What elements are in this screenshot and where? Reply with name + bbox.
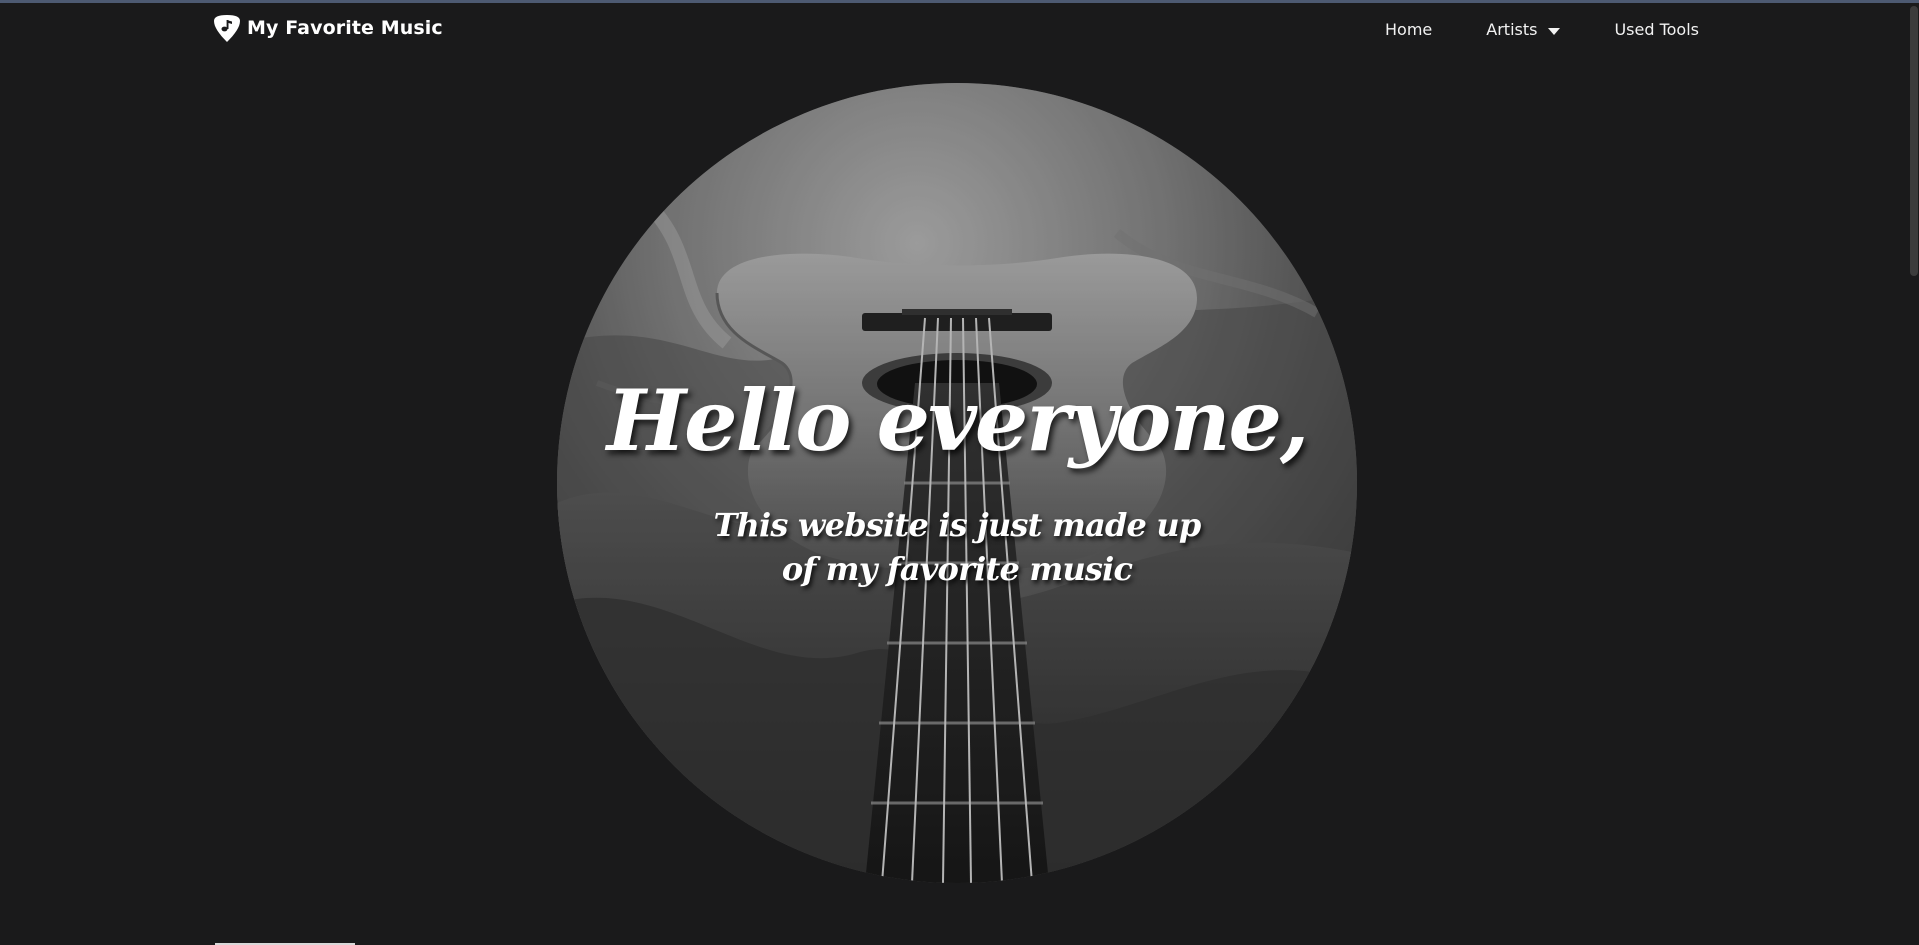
hero-text-overlay: Hello everyone, This website is just mad… bbox=[557, 83, 1357, 883]
nav-artists-label: Artists bbox=[1486, 20, 1538, 39]
hero-subtitle-line2: of my favorite music bbox=[781, 550, 1133, 588]
page-scrollbar[interactable] bbox=[1909, 3, 1919, 945]
nav-links: Home Artists Used Tools bbox=[1331, 19, 1699, 41]
brand-link[interactable]: My Favorite Music bbox=[211, 12, 443, 44]
guitar-pick-icon bbox=[211, 12, 243, 44]
nav-home-label: Home bbox=[1385, 20, 1433, 39]
nav-used-tools-label: Used Tools bbox=[1614, 20, 1699, 39]
hero-circle: Hello everyone, This website is just mad… bbox=[557, 83, 1357, 883]
hero-subtitle-line1: This website is just made up bbox=[713, 506, 1202, 544]
scrollbar-thumb[interactable] bbox=[1910, 6, 1918, 276]
nav-home-link[interactable]: Home bbox=[1385, 19, 1432, 41]
brand-title: My Favorite Music bbox=[247, 17, 443, 39]
navbar: My Favorite Music Home Artists Used Tool… bbox=[0, 3, 1919, 53]
hero-title: Hello everyone, bbox=[606, 371, 1309, 470]
nav-artists-dropdown[interactable]: Artists bbox=[1486, 19, 1561, 41]
caret-down-icon bbox=[1548, 27, 1561, 35]
hero-subtitle: This website is just made up of my favor… bbox=[707, 503, 1207, 591]
nav-used-tools-link[interactable]: Used Tools bbox=[1614, 19, 1699, 41]
